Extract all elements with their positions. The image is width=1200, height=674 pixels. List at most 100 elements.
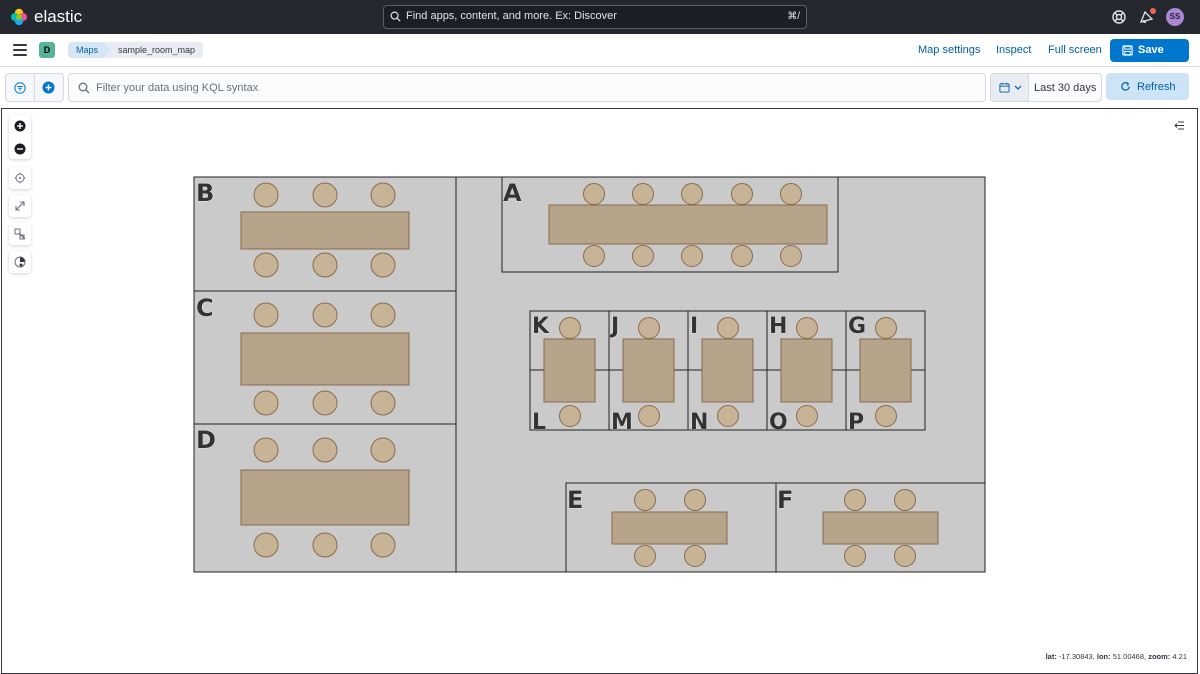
user-avatar[interactable]: SS (1166, 8, 1184, 26)
room-floor-plan[interactable]: B C D A K L J M I N H O G P E F (2, 109, 1197, 673)
chair (583, 183, 605, 205)
room-label: L (532, 410, 546, 435)
breadcrumb-maps[interactable]: Maps (68, 42, 113, 58)
global-search-input[interactable]: Find apps, content, and more. Ex: Discov… (383, 5, 807, 29)
chair (796, 317, 818, 339)
table (611, 511, 728, 545)
breadcrumb-map-title: sample_room_map (104, 42, 204, 58)
add-filter-icon[interactable] (42, 81, 55, 94)
date-picker[interactable]: Last 30 days (990, 73, 1102, 102)
chair (370, 252, 396, 278)
chair (634, 489, 656, 511)
chair (717, 317, 739, 339)
refresh-button[interactable]: Refresh (1106, 73, 1189, 100)
zoom-value: 4.21 (1172, 652, 1187, 661)
chair (312, 182, 338, 208)
full-screen-link[interactable]: Full screen (1048, 44, 1102, 56)
room-label: K (532, 314, 550, 339)
kql-placeholder: Filter your data using KQL syntax (96, 82, 259, 94)
table (622, 338, 675, 403)
chair (312, 252, 338, 278)
room-label: G (848, 314, 866, 339)
chair (731, 245, 753, 267)
top-header: elastic Find apps, content, and more. Ex… (0, 0, 1200, 34)
menu-toggle-button[interactable] (13, 44, 27, 56)
chair (253, 302, 279, 328)
save-label: Save (1138, 44, 1164, 56)
notification-dot (1150, 8, 1156, 14)
query-bar: Filter your data using KQL syntax Last 3… (0, 67, 1200, 107)
table (780, 338, 833, 403)
elastic-logo-icon[interactable] (10, 8, 28, 26)
room-label: C (196, 294, 214, 322)
chair (780, 245, 802, 267)
brand-name[interactable]: elastic (34, 7, 82, 27)
filter-controls (5, 73, 64, 102)
chair (312, 532, 338, 558)
chair (681, 183, 703, 205)
room-label: O (769, 410, 788, 435)
room-label: H (769, 314, 787, 339)
chair (638, 405, 660, 427)
chair (632, 245, 654, 267)
chair (681, 245, 703, 267)
help-icon[interactable] (1111, 9, 1127, 25)
chair (370, 182, 396, 208)
chair (370, 390, 396, 416)
room-label: D (196, 426, 216, 454)
date-range-label[interactable]: Last 30 days (1034, 82, 1096, 94)
chair (253, 252, 279, 278)
room-label: I (690, 314, 698, 339)
filter-menu-icon[interactable] (14, 82, 26, 94)
chair (684, 489, 706, 511)
space-avatar[interactable]: D (39, 42, 55, 58)
save-button[interactable]: Save (1110, 39, 1189, 62)
chair (559, 317, 581, 339)
quick-menu-button[interactable] (991, 74, 1029, 101)
chair (875, 317, 897, 339)
search-icon (78, 82, 90, 94)
chair (894, 489, 916, 511)
chair (844, 489, 866, 511)
table (822, 511, 939, 545)
lon-value: 51.00468 (1112, 652, 1145, 661)
chair (559, 405, 581, 427)
table (701, 338, 754, 403)
chair (312, 390, 338, 416)
chair (253, 437, 279, 463)
chair (844, 545, 866, 567)
chair (780, 183, 802, 205)
chair (583, 245, 605, 267)
map-coordinates-readout: lat: -17.30843, lon: 51.00468, zoom: 4.2… (1045, 652, 1187, 661)
chair (370, 302, 396, 328)
chair (370, 532, 396, 558)
inspect-link[interactable]: Inspect (996, 44, 1031, 56)
search-icon (390, 11, 401, 22)
app-navbar: D Maps sample_room_map Map settings Insp… (0, 34, 1200, 67)
table (240, 211, 410, 250)
chair (731, 183, 753, 205)
chair (253, 182, 279, 208)
calendar-icon (999, 82, 1010, 93)
map-settings-link[interactable]: Map settings (918, 44, 980, 56)
chair (253, 532, 279, 558)
table (548, 204, 828, 245)
lat-value: -17.30843 (1058, 652, 1093, 661)
chair (253, 390, 279, 416)
refresh-label: Refresh (1137, 81, 1176, 93)
table (859, 338, 912, 403)
room-label: M (611, 410, 633, 435)
chair (684, 545, 706, 567)
chair (370, 437, 396, 463)
search-shortcut: ⌘/ (787, 11, 800, 22)
map-container[interactable]: B C D A K L J M I N H O G P E F lat: -17.30843, lon: 51… (1, 108, 1198, 674)
table (240, 469, 410, 526)
chair (894, 545, 916, 567)
kql-query-input[interactable]: Filter your data using KQL syntax (68, 73, 986, 102)
chevron-down-icon (1014, 85, 1022, 90)
chair (717, 405, 739, 427)
refresh-icon (1121, 81, 1130, 91)
chair (875, 405, 897, 427)
chair (638, 317, 660, 339)
table (543, 338, 596, 403)
